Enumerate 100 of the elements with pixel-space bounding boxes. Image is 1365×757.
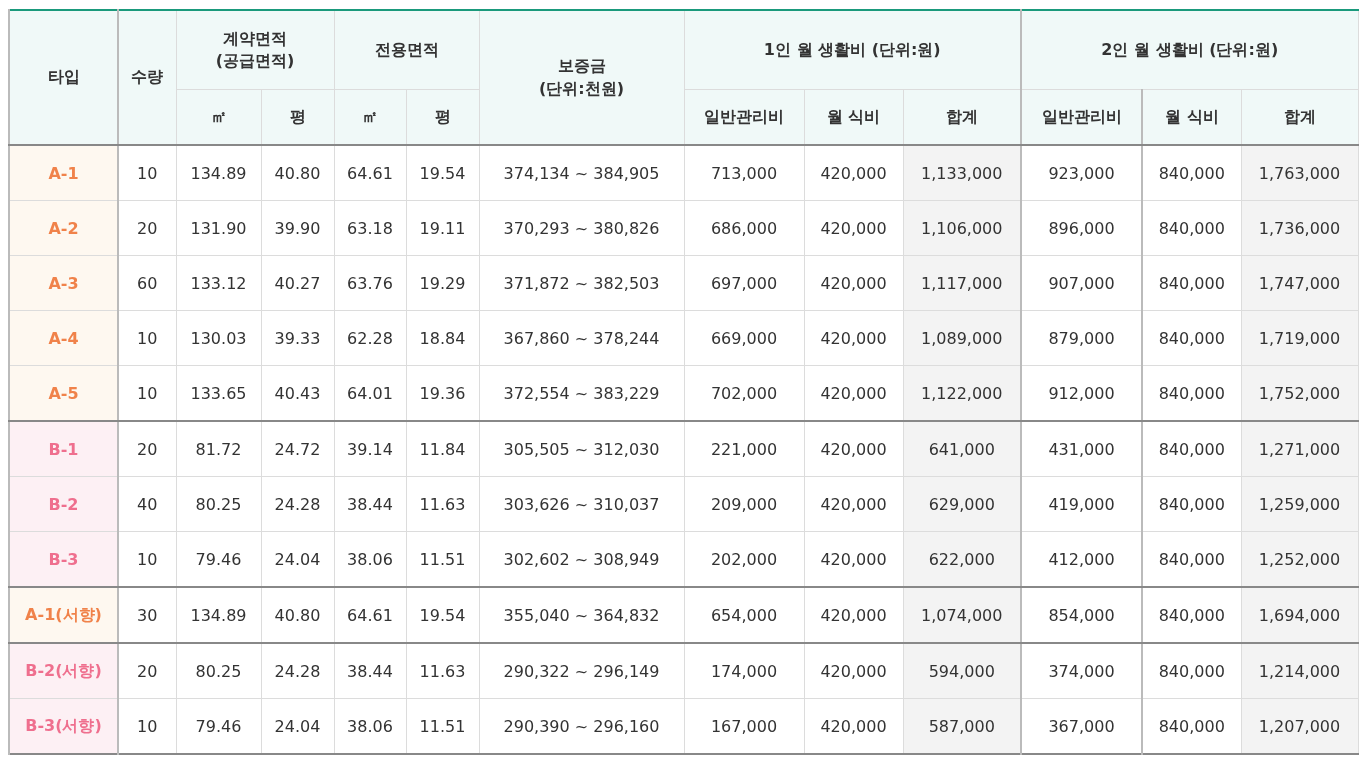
header-cell: ㎡ [334, 89, 406, 145]
table-cell: 374,000 [1021, 643, 1142, 699]
table-cell: 10 [118, 310, 176, 366]
table-cell: 420,000 [804, 255, 903, 311]
table-cell: 654,000 [684, 587, 804, 643]
table-cell: 840,000 [1142, 145, 1241, 201]
table-cell: 420,000 [804, 643, 903, 699]
table-cell: 371,872 ~ 382,503 [479, 255, 684, 311]
table-cell: 39.14 [334, 421, 406, 477]
header-cell: 월 식비 [1142, 89, 1241, 145]
table-cell: 133.65 [176, 365, 261, 421]
table-cell: 38.06 [334, 531, 406, 587]
table-cell: 840,000 [1142, 310, 1241, 366]
table-cell: 10 [118, 365, 176, 421]
table-cell: 840,000 [1142, 200, 1241, 256]
table-cell: 39.33 [261, 310, 334, 366]
header-cell: 월 식비 [804, 89, 903, 145]
table-cell: 40.43 [261, 365, 334, 421]
table-cell: 420,000 [804, 476, 903, 532]
header-cell: 타입 [9, 10, 118, 145]
table-cell: 40.27 [261, 255, 334, 311]
table-cell: 697,000 [684, 255, 804, 311]
table-cell: 80.25 [176, 476, 261, 532]
table-cell: 686,000 [684, 200, 804, 256]
table-cell: 431,000 [1021, 421, 1142, 477]
table-cell: 1,752,000 [1241, 365, 1359, 421]
table-cell: 20 [118, 643, 176, 699]
table-cell: 11.63 [406, 476, 479, 532]
type-cell: A-5 [9, 365, 118, 421]
table-cell: 40.80 [261, 587, 334, 643]
table-cell: 63.76 [334, 255, 406, 311]
table-cell: 587,000 [903, 698, 1021, 754]
table-cell: 19.54 [406, 145, 479, 201]
table-cell: 19.29 [406, 255, 479, 311]
table-cell: 20 [118, 200, 176, 256]
table-cell: 669,000 [684, 310, 804, 366]
table-cell: 713,000 [684, 145, 804, 201]
table-cell: 840,000 [1142, 476, 1241, 532]
table-cell: 11.63 [406, 643, 479, 699]
table-cell: 912,000 [1021, 365, 1142, 421]
header-cell: 수량 [118, 10, 176, 145]
table-cell: 1,106,000 [903, 200, 1021, 256]
table-cell: 134.89 [176, 587, 261, 643]
type-cell: A-4 [9, 310, 118, 366]
table-cell: 19.11 [406, 200, 479, 256]
table-cell: 40 [118, 476, 176, 532]
table-cell: 420,000 [804, 200, 903, 256]
table-cell: 79.46 [176, 531, 261, 587]
table-cell: 303,626 ~ 310,037 [479, 476, 684, 532]
table-cell: 20 [118, 421, 176, 477]
table-cell: 1,207,000 [1241, 698, 1359, 754]
table-cell: 1,747,000 [1241, 255, 1359, 311]
table-cell: 60 [118, 255, 176, 311]
header-cell: 합계 [1241, 89, 1359, 145]
type-cell: B-3(서향) [9, 698, 118, 754]
table-cell: 81.72 [176, 421, 261, 477]
table-cell: 24.72 [261, 421, 334, 477]
table-cell: 594,000 [903, 643, 1021, 699]
table-cell: 221,000 [684, 421, 804, 477]
table-cell: 290,322 ~ 296,149 [479, 643, 684, 699]
table-cell: 38.44 [334, 476, 406, 532]
table-cell: 131.90 [176, 200, 261, 256]
table-cell: 209,000 [684, 476, 804, 532]
table-cell: 19.36 [406, 365, 479, 421]
type-cell: A-3 [9, 255, 118, 311]
type-cell: B-2(서향) [9, 643, 118, 699]
header-cell: 1인 월 생활비 (단위:원) [684, 10, 1021, 90]
table-cell: 1,089,000 [903, 310, 1021, 366]
header-cell: 합계 [903, 89, 1021, 145]
table-cell: 64.61 [334, 587, 406, 643]
type-cell: B-1 [9, 421, 118, 477]
table-cell: 702,000 [684, 365, 804, 421]
table-cell: 1,736,000 [1241, 200, 1359, 256]
table-cell: 202,000 [684, 531, 804, 587]
table-cell: 923,000 [1021, 145, 1142, 201]
table-cell: 854,000 [1021, 587, 1142, 643]
table-cell: 19.54 [406, 587, 479, 643]
header-cell: 계약면적 (공급면적) [176, 10, 334, 90]
table-cell: 24.04 [261, 531, 334, 587]
table-cell: 24.28 [261, 476, 334, 532]
table-cell: 18.84 [406, 310, 479, 366]
table-cell: 305,505 ~ 312,030 [479, 421, 684, 477]
table-cell: 40.80 [261, 145, 334, 201]
header-cell: 평 [406, 89, 479, 145]
table-cell: 38.44 [334, 643, 406, 699]
table-cell: 62.28 [334, 310, 406, 366]
table-cell: 174,000 [684, 643, 804, 699]
table-cell: 420,000 [804, 421, 903, 477]
header-cell: ㎡ [176, 89, 261, 145]
table-cell: 370,293 ~ 380,826 [479, 200, 684, 256]
type-cell: B-2 [9, 476, 118, 532]
type-cell: A-1(서향) [9, 587, 118, 643]
table-cell: 133.12 [176, 255, 261, 311]
header-cell: 일반관리비 [684, 89, 804, 145]
table-cell: 80.25 [176, 643, 261, 699]
table-cell: 355,040 ~ 364,832 [479, 587, 684, 643]
table-cell: 1,117,000 [903, 255, 1021, 311]
table-cell: 1,271,000 [1241, 421, 1359, 477]
table-cell: 1,719,000 [1241, 310, 1359, 366]
type-cell: B-3 [9, 531, 118, 587]
